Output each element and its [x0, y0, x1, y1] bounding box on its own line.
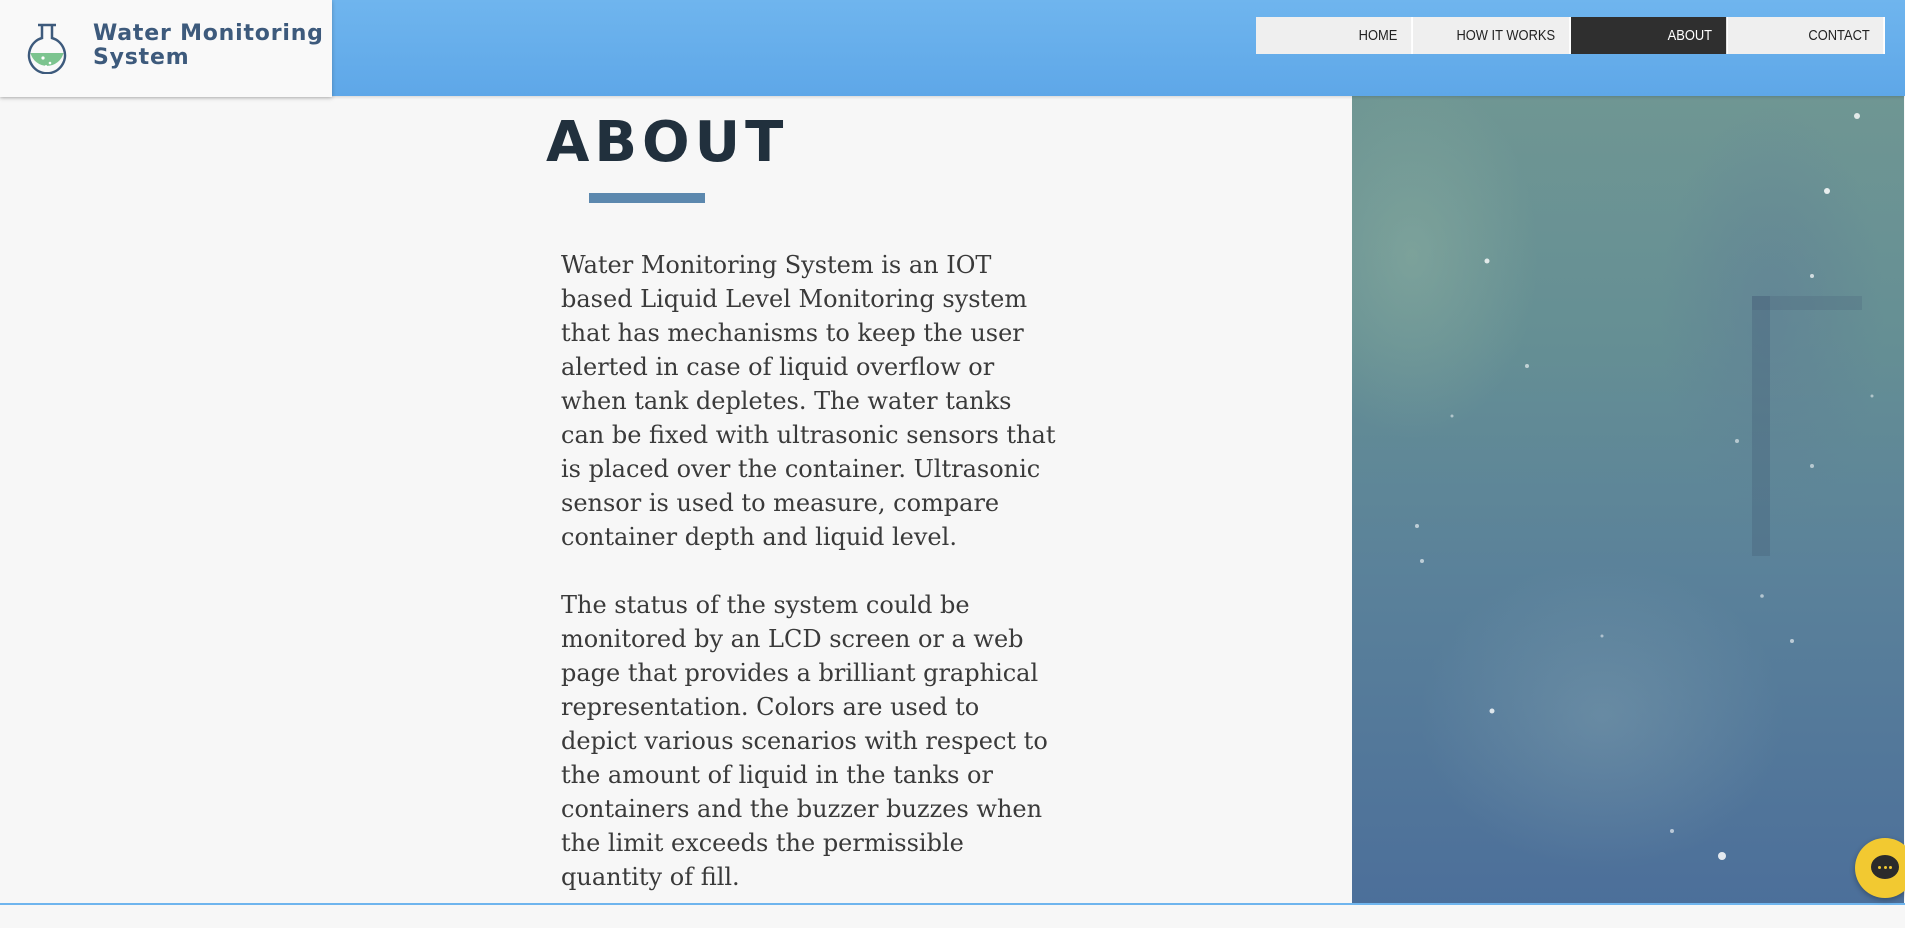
site-title: Water Monitoring System — [93, 22, 324, 70]
nav-how-it-works-label: HOW IT WORKS — [1456, 17, 1570, 54]
nav-about-label: ABOUT — [1668, 17, 1727, 54]
nav-home-label: HOME — [1358, 17, 1412, 54]
site-title-line2: System — [93, 45, 190, 70]
site-title-line1: Water Monitoring — [93, 21, 324, 46]
chat-bubble-icon — [1871, 855, 1899, 879]
about-paragraph-2: The status of the system could be monito… — [561, 591, 1048, 891]
about-text: Water Monitoring System is an IOT based … — [561, 248, 1061, 928]
water-particles — [1415, 113, 1874, 860]
page-title: ABOUT — [546, 110, 789, 175]
about-paragraph-1: Water Monitoring System is an IOT based … — [561, 251, 1056, 551]
nav-how-it-works[interactable]: HOW IT WORKS — [1413, 17, 1571, 54]
underwater-background-image — [1352, 96, 1904, 905]
title-underline — [589, 193, 705, 203]
nav-contact[interactable]: CONTACT — [1728, 17, 1885, 54]
site-logo[interactable]: Water Monitoring System — [0, 0, 332, 97]
main-nav: HOME HOW IT WORKS ABOUT CONTACT — [1256, 17, 1885, 54]
nav-contact-label: CONTACT — [1807, 17, 1884, 54]
nav-home[interactable]: HOME — [1256, 17, 1413, 54]
flask-icon — [27, 23, 67, 74]
nav-about[interactable]: ABOUT — [1571, 17, 1728, 54]
